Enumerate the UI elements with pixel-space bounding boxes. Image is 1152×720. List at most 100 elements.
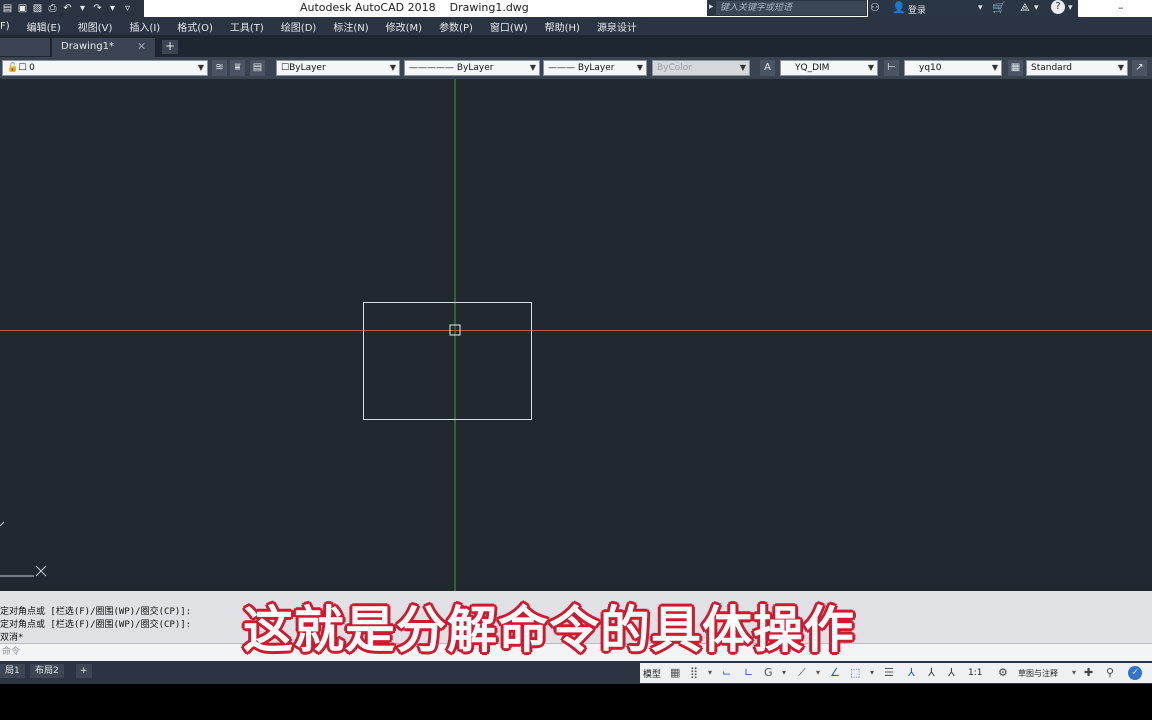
lineweight-icon[interactable]: ☰ [884, 666, 894, 680]
dimstyle-dropdown[interactable]: YQ_DIM ▼ [780, 60, 878, 76]
command-history-line: 定对角点或 [栏选(F)/圈围(WP)/圈交(CP)]: [0, 620, 192, 630]
menu-dimension[interactable]: 标注(N) [333, 19, 368, 34]
binoculars-icon[interactable]: ⚇ [870, 1, 880, 14]
table-style-icon[interactable]: ▦ [1008, 60, 1023, 76]
color-dropdown[interactable]: ☐ByLayer ▼ [276, 60, 400, 76]
lineweight-dropdown[interactable]: ——— ByLayer ▼ [543, 60, 647, 76]
canvas-svg [0, 79, 1152, 591]
exchange-icon[interactable]: ⟁ [1020, 1, 1030, 15]
dropdown-icon[interactable]: ▾ [107, 3, 118, 14]
polar-icon[interactable]: G [764, 666, 773, 680]
menu-window[interactable]: 窗口(W) [490, 19, 528, 34]
plotstyle-dropdown: ByColor ▼ [652, 60, 750, 76]
tab-start[interactable] [0, 38, 50, 56]
menu-view[interactable]: 视图(V) [78, 19, 113, 34]
command-history-line: 双消* [0, 633, 24, 643]
menu-tools[interactable]: 工具(T) [230, 19, 264, 34]
menu-parametric[interactable]: 参数(P) [439, 19, 473, 34]
command-prompt: 命令 [2, 647, 21, 657]
menu-format[interactable]: 格式(O) [177, 19, 213, 34]
layer-state-icon: 🔓☐ [7, 63, 27, 73]
menu-bar: F) 编辑(E) 视图(V) 插入(I) 格式(O) 工具(T) 绘图(D) 标… [0, 17, 1152, 35]
object-snap-icon[interactable]: ⬚ [850, 666, 860, 680]
open-icon[interactable]: ▤ [2, 3, 13, 14]
menu-yuanquan[interactable]: 源泉设计 [597, 19, 637, 34]
dropdown-icon[interactable]: ▾ [978, 3, 983, 13]
chevron-down-icon: ▼ [197, 63, 204, 72]
close-icon[interactable]: ✕ [137, 38, 146, 56]
ortho-icon[interactable]: ∟ [744, 666, 753, 680]
annotation-visibility-icon[interactable]: ⅄ [908, 666, 915, 680]
infer-constraints-icon[interactable]: ⌙ [722, 666, 731, 680]
layer-dropdown[interactable]: 🔓☐ 0 ▼ [2, 60, 208, 76]
dropdown-icon[interactable]: ▾ [1034, 3, 1039, 13]
menu-modify[interactable]: 修改(M) [386, 19, 422, 34]
add-layout-button[interactable]: + [76, 664, 92, 678]
help-icon[interactable]: ? [1051, 0, 1065, 14]
quick-access-toolbar: ▤ ▣ ▧ ⎙ ↶ ▾ ↷ ▾ ▿ [0, 0, 144, 17]
dropdown-icon[interactable]: ▾ [782, 666, 786, 680]
menu-file[interactable]: F) [0, 21, 10, 32]
menu-help[interactable]: 帮助(H) [545, 19, 580, 34]
redo-icon[interactable]: ↷ [92, 3, 103, 14]
auto-scale-icon[interactable]: ⅄ [928, 666, 935, 680]
menu-edit[interactable]: 编辑(E) [27, 19, 61, 34]
dim-style-icon[interactable]: ⊢ [884, 60, 899, 76]
search-input[interactable]: 键入关键字或短语 [716, 1, 866, 15]
gear-icon[interactable]: ⚙ [998, 666, 1008, 680]
save-icon[interactable]: ▣ [17, 3, 28, 14]
dropdown-icon[interactable]: ▾ [708, 666, 712, 680]
scale-dropdown[interactable]: 1:1 [968, 668, 982, 678]
chevron-down-icon: ▼ [529, 63, 536, 72]
layout-tab-2[interactable]: 布局2 [30, 664, 64, 678]
textstyle-dropdown[interactable]: Standard ▼ [1026, 60, 1128, 76]
dropdown-icon[interactable]: ▾ [870, 666, 874, 680]
textstyle-value: Standard [1031, 63, 1072, 73]
undo-icon[interactable]: ↶ [62, 3, 73, 14]
workspace-switch[interactable]: 草图与注释 [1018, 668, 1058, 679]
hardware-acceleration-icon[interactable]: ✓ [1128, 666, 1142, 680]
menu-draw[interactable]: 绘图(D) [281, 19, 317, 34]
window-title: Autodesk AutoCAD 2018 Drawing1.dwg [300, 1, 529, 14]
chevron-down-icon: ▼ [1117, 63, 1124, 72]
make-current-icon[interactable]: ⩸ [230, 60, 245, 76]
snap-icon[interactable]: ⣿ [690, 666, 698, 680]
linetype-dropdown[interactable]: ————— ByLayer ▼ [404, 60, 540, 76]
plus-icon[interactable]: ✚ [1084, 666, 1093, 680]
linetype-sample-icon: ————— [409, 63, 457, 73]
search-arrow-icon[interactable]: ▸ [709, 2, 714, 12]
dropdown-icon[interactable]: ▾ [77, 3, 88, 14]
menu-insert[interactable]: 插入(I) [129, 19, 160, 34]
dropdown-icon[interactable]: ▾ [1068, 3, 1073, 13]
selection-window [363, 302, 532, 420]
tablestyle-value: yq10 [919, 63, 942, 73]
annotation-scale-icon[interactable]: ⅄ [948, 666, 955, 680]
object-snap-tracking-icon[interactable]: ∠ [830, 666, 840, 680]
layer-previous-icon[interactable]: ▤ [250, 60, 265, 76]
print-icon[interactable]: ⎙ [47, 3, 58, 14]
grid-icon[interactable]: ▦ [670, 666, 680, 680]
login-link[interactable]: 登录 [908, 3, 926, 16]
layer-properties-icon[interactable]: ≋ [212, 60, 227, 76]
bottom-strip [0, 684, 1152, 720]
plotstyle-value: ByColor [657, 63, 692, 73]
chevron-down-icon: ▼ [991, 63, 998, 72]
customize-icon[interactable]: ▿ [122, 3, 133, 14]
isolate-objects-icon[interactable]: ⚲ [1106, 666, 1114, 680]
user-icon[interactable]: 👤 [892, 1, 906, 14]
dropdown-icon[interactable]: ▾ [1072, 666, 1076, 680]
new-tab-button[interactable]: + [162, 40, 178, 54]
text-style-icon[interactable]: A [760, 60, 775, 76]
isodraft-icon[interactable]: ⟋ [798, 666, 806, 680]
save-as-icon[interactable]: ▧ [32, 3, 43, 14]
multileader-style-icon[interactable]: ↗ [1132, 60, 1147, 76]
cart-icon[interactable]: 🛒 [992, 1, 1006, 14]
minimize-icon[interactable]: – [1118, 1, 1124, 14]
chevron-down-icon: ▼ [739, 63, 746, 72]
tablestyle-dropdown[interactable]: yq10 ▼ [904, 60, 1002, 76]
drawing-canvas[interactable] [0, 79, 1152, 591]
command-history-line: 定对角点或 [栏选(F)/圈围(WP)/圈交(CP)]: [0, 607, 192, 617]
model-space-button[interactable]: 模型 [643, 667, 661, 680]
layout-tab-1[interactable]: 局1 [0, 664, 25, 678]
dropdown-icon[interactable]: ▾ [816, 666, 820, 680]
